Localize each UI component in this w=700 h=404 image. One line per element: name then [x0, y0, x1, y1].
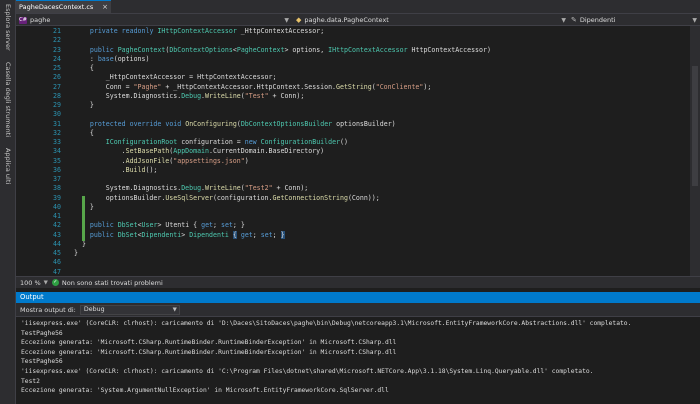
- output-line: TestPaghe56: [21, 358, 63, 366]
- line-number: 29: [53, 101, 61, 109]
- output-line: Eccezione generata: 'System.ArgumentNull…: [21, 387, 389, 395]
- code-line[interactable]: .SetBasePath(AppDomain.CurrentDomain.Bas…: [74, 147, 325, 155]
- code-line[interactable]: System.Diagnostics.Debug.WriteLine("Test…: [74, 92, 305, 100]
- line-number: 21: [53, 27, 61, 35]
- code-line[interactable]: System.Diagnostics.Debug.WriteLine("Test…: [74, 184, 309, 192]
- csharp-project-icon: C#: [19, 16, 27, 24]
- member-name: Dipendenti: [579, 16, 616, 24]
- output-source-value: Debug: [83, 306, 105, 313]
- close-icon[interactable]: ×: [102, 3, 108, 11]
- apply-tab[interactable]: Applica ulti: [1, 148, 14, 184]
- output-line: 'iisexpress.exe' (CoreCLR: clrhost): car…: [21, 368, 594, 375]
- code-line[interactable]: : base(options): [74, 55, 150, 63]
- toolbox-tab[interactable]: Casella degli strumenti: [1, 62, 14, 137]
- member-dropdown[interactable]: ✎ Dipendenti ▼: [571, 14, 697, 26]
- line-number: 23: [53, 45, 61, 54]
- code-line[interactable]: .AddJsonFile("appsettings.json"): [74, 157, 249, 165]
- tool-window-strip: Esplora server Casella degli strumenti A…: [0, 0, 16, 404]
- editor-status-bar: 100 % ▼ ✓ Non sono stati trovati problem…: [16, 276, 700, 288]
- code-editor[interactable]: 21 22 23 24 25 26 27 28 29 30 31 32 33 34 35 36 37 38 39 40…: [16, 26, 700, 276]
- document-tab-strip: PagheDacesContext.cs ×: [16, 0, 700, 13]
- chevron-down-icon[interactable]: ▼: [44, 280, 48, 286]
- code-line[interactable]: protected override void OnConfiguring(Db…: [74, 120, 396, 128]
- class-icon: ◆: [296, 16, 302, 24]
- scroll-thumb[interactable]: [692, 66, 698, 186]
- output-line: TestPaghe56: [21, 329, 63, 337]
- problems-status[interactable]: Non sono stati trovati problemi: [62, 279, 163, 287]
- line-number: 36: [53, 165, 61, 174]
- tab-label: PagheDacesContext.cs: [19, 3, 94, 11]
- output-line: Eccezione generata: 'Microsoft.CSharp.Ru…: [21, 348, 397, 356]
- line-number: 40: [53, 202, 61, 211]
- code-line[interactable]: optionsBuilder.UseSqlServer(configuratio…: [74, 194, 380, 202]
- code-line[interactable]: public DbSet<Dipendenti> Dipendenti { ge…: [74, 230, 285, 239]
- vertical-scrollbar[interactable]: [690, 26, 700, 276]
- code-line[interactable]: public DbSet<User> Utenti { get; set; }: [74, 221, 245, 229]
- output-source-select[interactable]: Debug ▼: [79, 304, 180, 315]
- line-number: 39: [53, 193, 61, 202]
- line-number: 28: [53, 91, 61, 100]
- server-explorer-tab[interactable]: Esplora server: [1, 4, 14, 51]
- line-number: 31: [53, 119, 61, 128]
- tab-paghedacescontext[interactable]: PagheDacesContext.cs ×: [16, 0, 111, 13]
- code-line[interactable]: private readonly IHttpContextAccessor _H…: [74, 27, 324, 35]
- code-line[interactable]: }: [74, 101, 94, 109]
- navigation-bar: C# paghe ▼ ◆ paghe.data.PagheContext ▼ ✎…: [16, 13, 700, 26]
- chevron-down-icon: ▼: [561, 16, 566, 24]
- line-number: 26: [53, 73, 61, 82]
- line-number: 41: [53, 212, 61, 220]
- line-number: 45: [53, 249, 61, 257]
- output-line: Eccezione generata: 'Microsoft.CSharp.Ru…: [21, 339, 397, 347]
- output-source-label: Mostra output di:: [20, 305, 76, 314]
- line-number: 27: [53, 82, 61, 91]
- chevron-down-icon: ▼: [692, 16, 697, 24]
- change-indicator: [82, 196, 85, 241]
- code-line[interactable]: Conn = "Paghe" + _HttpContextAccessor.Ht…: [74, 83, 432, 91]
- zoom-level[interactable]: 100 %: [20, 279, 41, 287]
- line-number: 33: [53, 138, 61, 146]
- output-text[interactable]: 'iisexpress.exe' (CoreCLR: clrhost): car…: [16, 317, 700, 404]
- class-dropdown[interactable]: ◆ paghe.data.PagheContext ▼: [296, 14, 566, 26]
- chevron-down-icon: ▼: [172, 306, 177, 313]
- line-number: 34: [53, 147, 61, 156]
- line-number: 32: [53, 128, 61, 137]
- output-toolbar: Mostra output di: Debug ▼: [16, 303, 700, 317]
- output-line: Test2: [21, 377, 40, 385]
- output-line: 'iisexpress.exe' (CoreCLR: clrhost): car…: [21, 320, 632, 327]
- line-number: 43: [53, 230, 61, 239]
- line-number: 47: [53, 267, 61, 276]
- line-number: 25: [53, 64, 61, 72]
- code-line[interactable]: _HttpContextAccessor = HttpContextAccess…: [74, 73, 277, 81]
- line-number: 44: [53, 239, 61, 248]
- code-line[interactable]: .Build();: [74, 166, 158, 174]
- line-number: 30: [53, 110, 61, 119]
- output-panel-title: Output: [16, 292, 700, 303]
- line-number: 42: [53, 221, 61, 230]
- code-line[interactable]: {: [74, 129, 94, 137]
- line-number: 35: [53, 156, 61, 165]
- code-line[interactable]: public PagheContext(DbContextOptions<Pag…: [74, 46, 491, 54]
- code-line[interactable]: {: [74, 64, 94, 72]
- wrench-icon: ✎: [571, 16, 577, 24]
- code-line[interactable]: }: [74, 249, 78, 257]
- line-number: 46: [53, 258, 61, 267]
- class-name: paghe.data.PagheContext: [304, 16, 389, 24]
- project-name: paghe: [30, 16, 51, 24]
- code-line[interactable]: IConfigurationRoot configuration = new C…: [74, 138, 348, 146]
- check-icon: ✓: [51, 279, 59, 286]
- chevron-down-icon: ▼: [284, 16, 289, 24]
- project-dropdown[interactable]: C# paghe ▼: [19, 14, 289, 26]
- line-number: 38: [53, 184, 61, 193]
- line-number: 37: [53, 175, 61, 183]
- line-number: 24: [53, 54, 61, 63]
- line-number: 22: [53, 36, 61, 45]
